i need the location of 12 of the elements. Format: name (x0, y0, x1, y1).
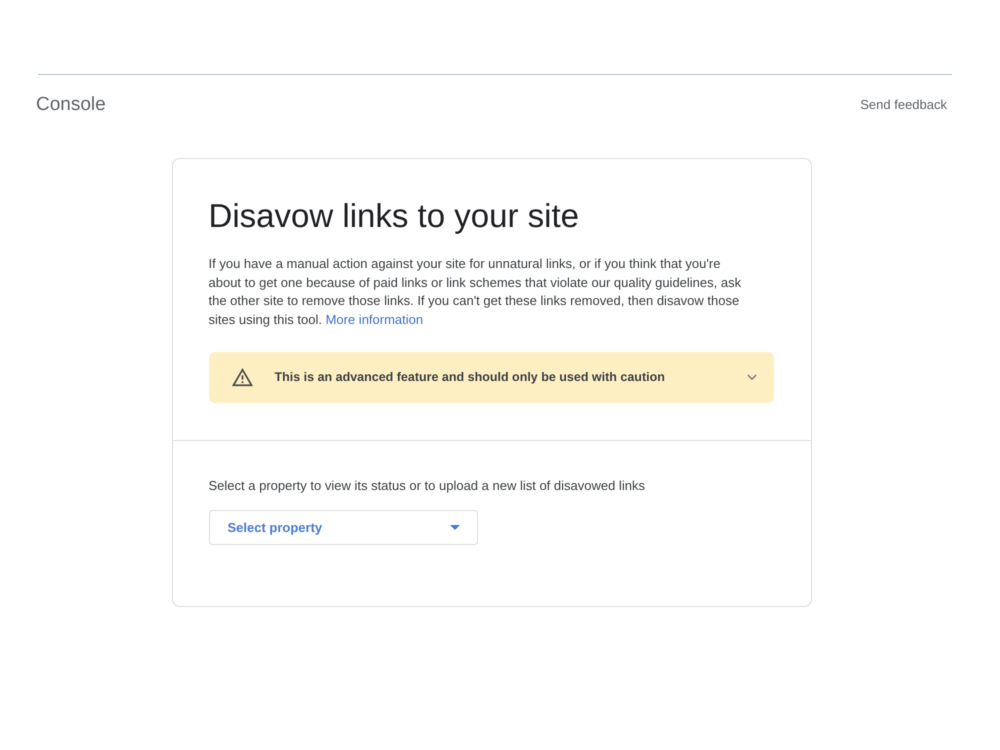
more-information-link[interactable]: More information (326, 312, 424, 326)
dropdown-caret-icon (450, 525, 460, 530)
page-title: Disavow links to your site (208, 196, 580, 236)
property-prompt: Select a property to view its status or to upload a new list of disavowed links (208, 477, 646, 495)
chevron-icon[interactable] (746, 374, 756, 381)
caution-text: This is an advanced feature and should only be used with caution (274, 369, 665, 386)
product-name: Console (36, 92, 106, 117)
warning-icon (232, 368, 252, 387)
caution-banner[interactable]: This is an advanced feature and should only be used with caution (208, 352, 774, 403)
property-select[interactable]: Select property (208, 510, 478, 545)
send-feedback-link[interactable]: Send feedback (860, 95, 947, 115)
description-text: If you have a manual action against your site for unnatural links, or if you think that you're about to get one because of paid links or link schemes that violate our quality guidelines, ask the other site to remove those links. If you can't get these links removed, then disavow those sites using this tool. More information (208, 255, 742, 329)
